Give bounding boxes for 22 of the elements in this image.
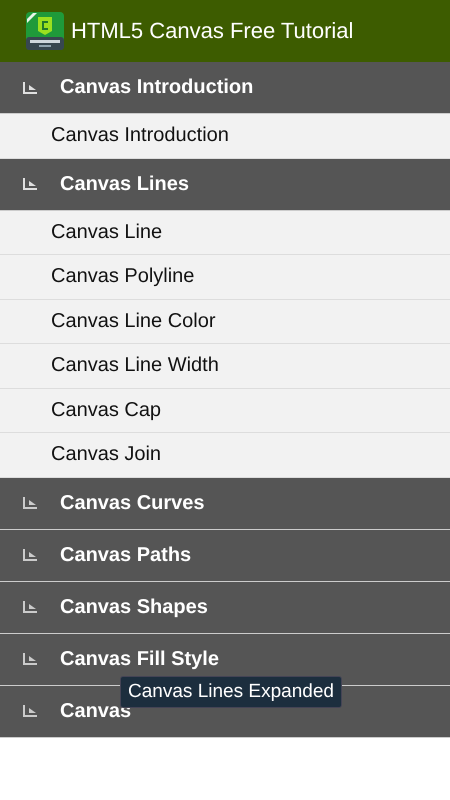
- group-header[interactable]: Canvas Shapes: [0, 582, 450, 634]
- group-header[interactable]: Canvas Lines: [0, 158, 450, 210]
- group-header[interactable]: Canvas Paths: [0, 530, 450, 582]
- expander-icon: [22, 704, 38, 718]
- expander-icon: [22, 80, 38, 94]
- group-header[interactable]: Canvas Curves: [0, 478, 450, 530]
- child-item[interactable]: Canvas Polyline: [0, 255, 450, 300]
- expander-icon: [22, 652, 38, 666]
- app-title: HTML5 Canvas Free Tutorial: [71, 18, 354, 44]
- child-item[interactable]: Canvas Join: [0, 433, 450, 478]
- child-item[interactable]: Canvas Line Width: [0, 344, 450, 388]
- expander-icon: [22, 496, 38, 510]
- child-item[interactable]: Canvas Cap: [0, 388, 450, 433]
- expander-icon: [22, 177, 38, 191]
- app-logo-icon: [25, 11, 65, 51]
- expander-icon: [22, 548, 38, 562]
- child-item[interactable]: Canvas Introduction: [0, 114, 450, 158]
- expander-icon: [22, 600, 38, 614]
- child-item[interactable]: Canvas Line Color: [0, 300, 450, 344]
- child-item[interactable]: Canvas Line: [0, 210, 450, 255]
- toast: Canvas Lines Expanded: [120, 676, 342, 708]
- group-header[interactable]: Canvas Introduction: [0, 62, 450, 114]
